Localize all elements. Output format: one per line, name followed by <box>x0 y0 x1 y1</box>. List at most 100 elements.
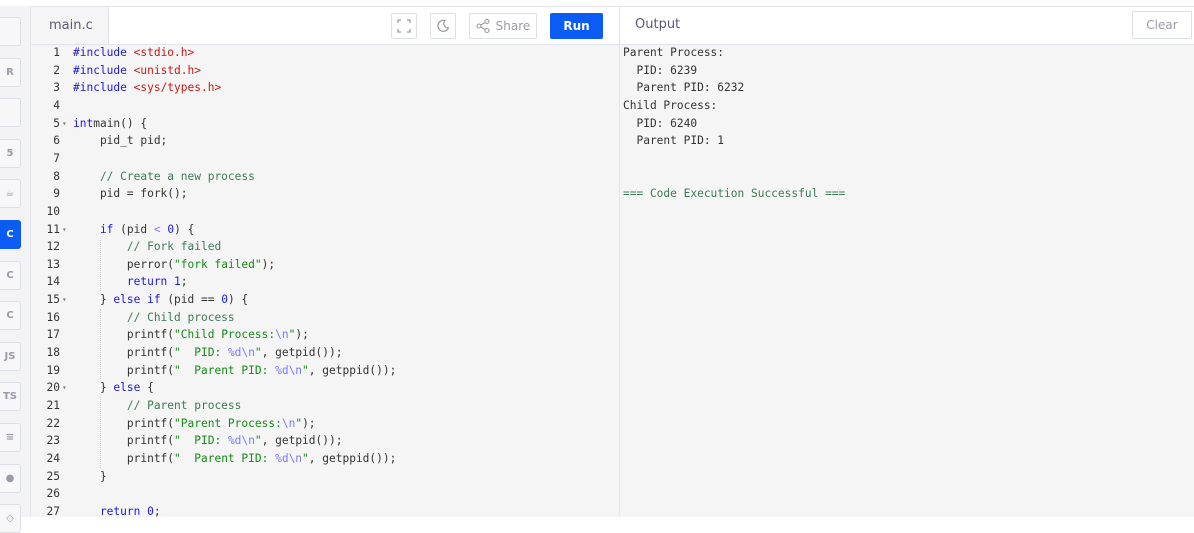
cpp-icon: C <box>6 269 14 281</box>
code-token: pid_t pid; <box>73 134 168 148</box>
code-token: #include <box>73 81 134 95</box>
code-line: 1 #include <stdio.h> <box>31 44 619 62</box>
code-token: ); <box>302 416 316 430</box>
code-text: printf(" PID: %d\n", getpid()); <box>73 432 343 450</box>
code-token: " <box>254 346 262 360</box>
code-token: // Create a new process <box>73 169 255 183</box>
code-token: main() { <box>93 116 148 130</box>
code-text: #include <sys/types.h> <box>73 79 221 97</box>
sidebar-item-csharp[interactable]: C <box>0 301 21 331</box>
sidebar-item-c[interactable]: C <box>0 220 21 249</box>
line-number: 1 <box>53 46 60 59</box>
code-token: // Parent process <box>73 399 242 412</box>
sidebar-item-r[interactable]: R <box>0 57 21 87</box>
sidebar-item-go[interactable]: ● <box>0 463 21 493</box>
code-text: #include <stdio.h> <box>73 44 194 62</box>
fold-toggle-icon[interactable]: ▾ <box>62 379 67 397</box>
sidebar-item-javascript[interactable]: JS <box>0 341 21 371</box>
clear-button[interactable]: Clear <box>1132 11 1192 39</box>
code-text: } else { <box>73 379 154 397</box>
code-token: "fork failed" <box>174 257 262 271</box>
code-text: pid_t pid; <box>73 132 167 150</box>
code-token: "Child Process: <box>174 328 276 342</box>
line-number: 9 <box>53 187 60 201</box>
code-token: \n <box>281 416 296 430</box>
code-token: , getppid()); <box>308 451 397 465</box>
sidebar-item-sql[interactable]: ≡ <box>0 423 21 452</box>
code-line: 21 // Parent process <box>31 397 619 415</box>
code-line: 13 perror("fork failed"); <box>31 256 619 274</box>
code-token: perror( <box>73 257 175 271</box>
line-number: 14 <box>46 275 60 289</box>
sidebar-item-python[interactable] <box>0 17 21 46</box>
code-token: , getppid()); <box>308 363 397 377</box>
code-line: 18 printf(" PID: %d\n", getpid()); <box>31 344 619 362</box>
code-token: } <box>73 293 114 307</box>
code-text: // Fork failed <box>73 238 221 256</box>
sidebar-item-java[interactable]: ☕ <box>0 179 21 209</box>
line-number: 27 <box>46 504 60 518</box>
run-label: Run <box>563 19 590 33</box>
share-button[interactable]: Share <box>469 13 537 39</box>
html5-icon: 5 <box>6 147 14 159</box>
code-token: printf( <box>73 363 175 377</box>
code-line: 22 printf("Parent Process:\n"); <box>31 415 619 433</box>
line-number: 22 <box>46 416 60 430</box>
sidebar-item-typescript[interactable]: TS <box>0 382 21 412</box>
code-line: 26 <box>31 485 619 503</box>
sidebar-item-html5[interactable]: 5 <box>0 138 21 168</box>
code-line: 4 <box>31 97 619 115</box>
r-icon: R <box>6 66 14 78</box>
code-token: return <box>73 504 148 518</box>
output-line: Parent Process: <box>623 46 725 59</box>
code-token: printf( <box>73 434 175 448</box>
line-number: 25 <box>46 469 60 483</box>
run-button[interactable]: Run <box>550 13 603 39</box>
code-token: " <box>302 363 309 377</box>
code-token: ) { <box>227 293 249 307</box>
code-text: printf(" PID: %d\n", getpid()); <box>73 344 343 362</box>
share-icon <box>476 19 490 33</box>
code-text: printf(" Parent PID: %d\n", getppid()); <box>73 362 396 380</box>
sidebar-item-database[interactable] <box>0 98 21 128</box>
code-token: ; <box>180 275 188 289</box>
c-icon: C <box>6 229 14 240</box>
code-token: #include <box>73 63 134 77</box>
code-text: printf("Parent Process:\n"); <box>73 415 316 433</box>
line-number: 8 <box>53 169 60 183</box>
code-line: 6 pid_t pid; <box>31 132 619 150</box>
line-number: 17 <box>46 328 60 342</box>
sidebar-item-cpp[interactable]: C <box>0 260 21 290</box>
line-number: 6 <box>53 134 60 148</box>
code-line: 16 // Child process <box>31 309 619 327</box>
output-line: PID: 6239 <box>623 63 698 77</box>
sidebar-item-swift[interactable]: ◇ <box>0 504 21 533</box>
code-token: return <box>73 275 175 289</box>
indent-guide <box>100 308 101 380</box>
code-line: 12 // Fork failed <box>31 238 619 256</box>
fold-toggle-icon[interactable]: ▾ <box>62 115 67 133</box>
line-number: 7 <box>53 151 60 165</box>
java-icon: ☕ <box>5 188 15 200</box>
line-number: 11 <box>46 222 60 236</box>
code-line: 8 // Create a new process <box>31 168 619 186</box>
fold-toggle-icon[interactable]: ▾ <box>62 291 67 309</box>
fold-toggle-icon[interactable]: ▾ <box>62 221 67 239</box>
code-token: " Parent PID: <box>174 363 276 377</box>
output-line: PID: 6240 <box>623 116 698 130</box>
code-line: 24 printf(" Parent PID: %d\n", getppid()… <box>31 450 619 468</box>
output-line: Parent PID: 1 <box>623 134 725 148</box>
fullscreen-icon <box>397 19 411 33</box>
theme-toggle-button[interactable] <box>430 13 456 39</box>
moon-icon <box>437 19 450 32</box>
tab-main-c[interactable]: main.c <box>31 7 109 44</box>
code-token: " PID: <box>174 434 228 448</box>
code-text: pid = fork(); <box>73 185 188 203</box>
code-token: } <box>73 381 114 395</box>
output-line: Child Process: <box>623 98 718 112</box>
code-token: pid = fork(); <box>73 187 188 201</box>
code-token: ) { <box>174 222 195 236</box>
fullscreen-button[interactable] <box>391 13 417 39</box>
swift-icon: ◇ <box>6 513 14 525</box>
